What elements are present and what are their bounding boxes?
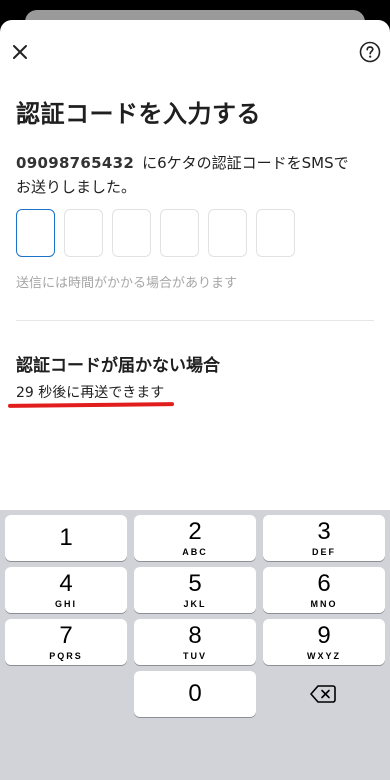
key-6[interactable]: 6 MNO bbox=[263, 567, 385, 613]
key-letters: ABC bbox=[182, 547, 208, 557]
help-button[interactable] bbox=[358, 40, 382, 64]
code-digit-input[interactable] bbox=[112, 209, 151, 257]
key-digit: 9 bbox=[317, 622, 331, 649]
close-icon bbox=[13, 45, 27, 59]
resend-countdown: 29 秒後に再送できます bbox=[16, 385, 165, 401]
code-digit-input[interactable] bbox=[160, 209, 199, 257]
key-digit: 6 bbox=[317, 570, 331, 597]
key-letters: DEF bbox=[312, 547, 336, 557]
not-received-heading: 認証コードが届かない場合 bbox=[16, 356, 220, 376]
help-icon bbox=[359, 41, 381, 63]
key-7[interactable]: 7 PQRS bbox=[5, 619, 127, 665]
key-9[interactable]: 9 WXYZ bbox=[263, 619, 385, 665]
key-letters: WXYZ bbox=[307, 651, 341, 661]
key-3[interactable]: 3 DEF bbox=[263, 515, 385, 561]
key-letters: TUV bbox=[183, 651, 207, 661]
code-input-group bbox=[16, 209, 295, 257]
key-2[interactable]: 2 ABC bbox=[134, 515, 256, 561]
highlight-underline bbox=[7, 402, 175, 408]
verification-sheet: 認証コードを入力する 09098765432 に6ケタの認証コードをSMSで お送… bbox=[0, 20, 390, 780]
key-1[interactable]: 1 bbox=[5, 515, 127, 561]
backspace-icon bbox=[310, 685, 336, 703]
code-digit-input[interactable] bbox=[256, 209, 295, 257]
phone-number: 09098765432 bbox=[16, 154, 135, 172]
key-digit: 7 bbox=[59, 622, 73, 649]
key-letters: MNO bbox=[310, 599, 338, 609]
key-digit: 3 bbox=[317, 518, 331, 545]
key-digit: 5 bbox=[188, 570, 202, 597]
key-4[interactable]: 4 GHI bbox=[5, 567, 127, 613]
key-5[interactable]: 5 JKL bbox=[134, 567, 256, 613]
divider bbox=[16, 320, 374, 321]
key-letters: PQRS bbox=[49, 651, 83, 661]
sms-description: 09098765432 に6ケタの認証コードをSMSで お送りしました。 bbox=[16, 151, 376, 199]
key-0[interactable]: 0 bbox=[134, 671, 256, 717]
key-digit: 0 bbox=[188, 680, 202, 707]
delivery-hint: 送信には時間がかかる場合があります bbox=[16, 276, 238, 291]
numeric-keypad: 1 2 ABC 3 DEF 4 GHI 5 JKL 6 MNO 7 PQRS 8… bbox=[0, 510, 390, 780]
code-digit-input[interactable] bbox=[64, 209, 103, 257]
key-8[interactable]: 8 TUV bbox=[134, 619, 256, 665]
key-letters: GHI bbox=[54, 599, 77, 609]
page-title: 認証コードを入力する bbox=[16, 100, 261, 128]
code-digit-input[interactable] bbox=[208, 209, 247, 257]
key-letters: JKL bbox=[183, 599, 207, 609]
key-digit: 4 bbox=[59, 570, 73, 597]
close-button[interactable] bbox=[8, 40, 32, 64]
delete-key[interactable] bbox=[262, 671, 384, 717]
key-digit: 8 bbox=[188, 622, 202, 649]
key-digit: 1 bbox=[59, 524, 73, 551]
description-line2: お送りしました。 bbox=[16, 178, 137, 196]
description-line1: に6ケタの認証コードをSMSで bbox=[142, 154, 349, 172]
code-digit-input[interactable] bbox=[16, 209, 55, 257]
key-digit: 2 bbox=[188, 518, 202, 545]
